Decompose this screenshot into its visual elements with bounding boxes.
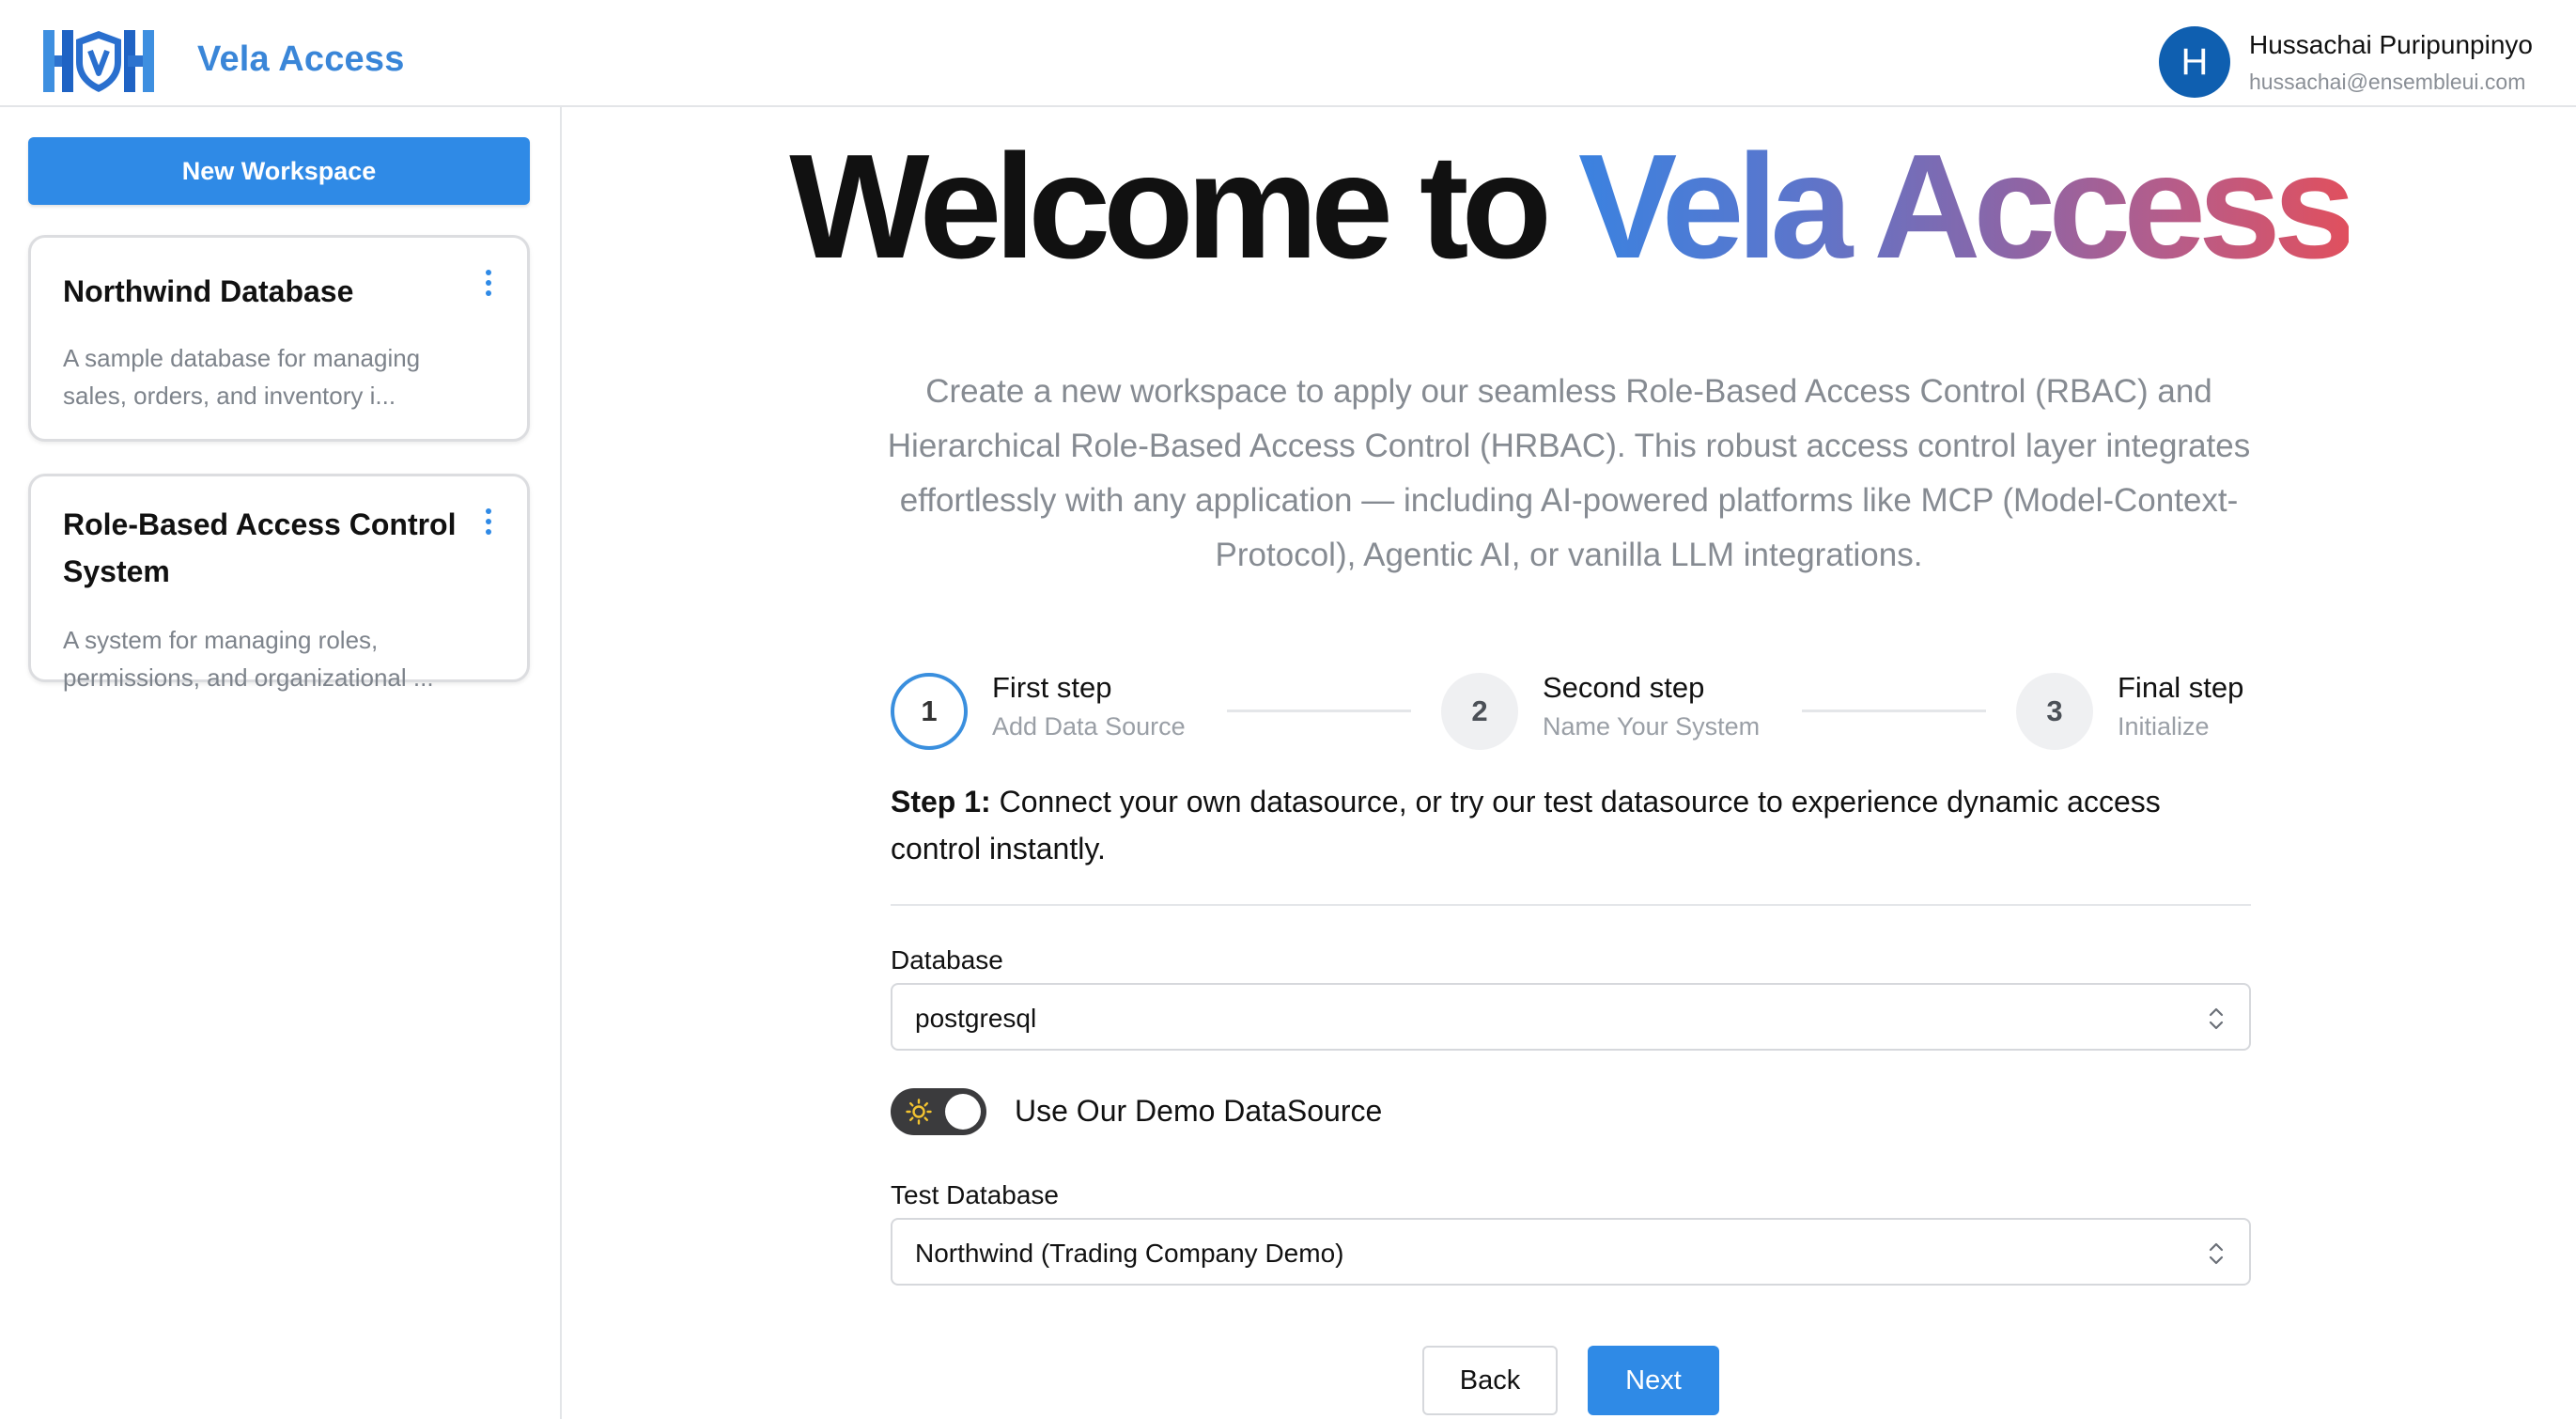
user-email: hussachai@ensembleui.com (2249, 70, 2526, 94)
workspace-card-description: A system for managing roles, permissions… (63, 626, 434, 692)
new-workspace-button[interactable]: New Workspace (28, 137, 530, 205)
test-database-select[interactable]: Northwind (Trading Company Demo) (891, 1218, 2251, 1286)
intro-paragraph: Create a new workspace to apply our seam… (887, 373, 2251, 573)
next-button[interactable]: Next (1588, 1346, 1719, 1415)
chevron-up-down-icon (2209, 1007, 2224, 1030)
step-connector (1802, 710, 1986, 712)
chevron-up-down-icon (2209, 1242, 2224, 1265)
step-2-subtitle: Name Your System (1543, 712, 1761, 741)
kebab-menu-icon[interactable] (482, 508, 495, 540)
divider (891, 904, 2251, 906)
workspace-card-title: Northwind Database (63, 274, 354, 308)
step-1-subtitle: Add Data Source (992, 712, 1186, 741)
step-3-subtitle: Initialize (2118, 712, 2210, 741)
vela-logo-icon[interactable] (43, 28, 154, 94)
user-avatar[interactable]: H (2159, 26, 2230, 98)
demo-datasource-toggle[interactable] (891, 1088, 986, 1135)
database-label: Database (891, 945, 1003, 975)
workspace-card-title: Role-Based Access Control System (63, 507, 457, 588)
step-1-title: First step (992, 671, 1112, 704)
step-connector (1227, 710, 1411, 712)
welcome-prefix: Welcome to (789, 124, 1578, 289)
step-3-title: Final step (2118, 671, 2244, 704)
workspace-card-rbac[interactable]: Role-Based Access Control System A syste… (28, 474, 530, 692)
kebab-menu-icon[interactable] (482, 270, 495, 302)
sun-icon (906, 1099, 932, 1125)
test-database-select-value: Northwind (Trading Company Demo) (915, 1239, 1344, 1268)
user-name: Hussachai Puripunpinyo (2249, 30, 2533, 59)
step-3-indicator: 3 (2016, 673, 2093, 750)
step-heading: Step 1: (891, 785, 991, 819)
step-instructions: Connect your own datasource, or try our … (891, 785, 2161, 865)
database-select-value: postgresql (915, 1004, 1037, 1033)
welcome-brand-highlight: Vela Access (1577, 124, 2356, 289)
welcome-heading: Welcome to Vela Access (562, 122, 2576, 291)
step-2-indicator: 2 (1441, 673, 1518, 750)
toggle-knob (945, 1094, 981, 1130)
workspace-card-northwind[interactable]: Northwind Database A sample database for… (28, 235, 530, 442)
back-button[interactable]: Back (1422, 1346, 1558, 1415)
database-select[interactable]: postgresql (891, 983, 2251, 1051)
demo-datasource-label: Use Our Demo DataSource (1015, 1094, 1383, 1128)
workspace-card-description: A sample database for managing sales, or… (63, 344, 421, 410)
app-name[interactable]: Vela Access (197, 39, 405, 80)
test-database-label: Test Database (891, 1180, 1059, 1209)
sidebar: New Workspace Northwind Database A sampl… (0, 107, 562, 1419)
step-1-indicator: 1 (891, 673, 968, 750)
top-header: Vela Access H Hussachai Puripunpinyo hus… (0, 0, 2576, 107)
step-2-title: Second step (1543, 671, 1705, 704)
step-description: Step 1: Connect your own datasource, or … (891, 778, 2257, 872)
